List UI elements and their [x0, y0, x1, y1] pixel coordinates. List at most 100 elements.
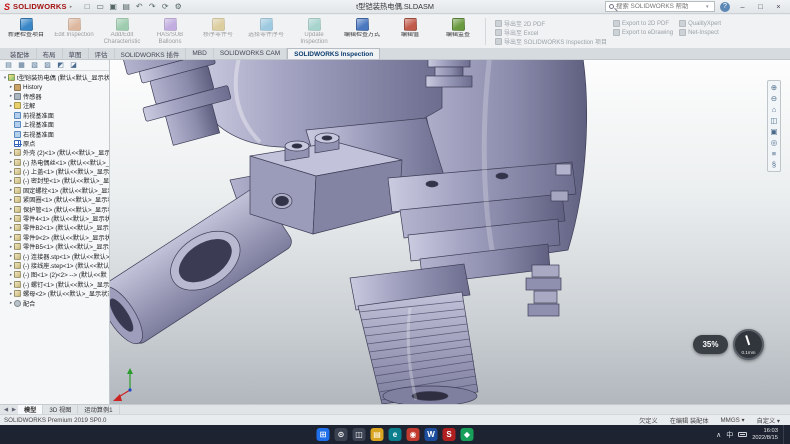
3d-model[interactable] [110, 60, 790, 404]
explorer-button[interactable]: ▤ [371, 428, 384, 441]
quick-tool-icon[interactable]: ▣ [107, 2, 119, 11]
quick-tool-icon[interactable]: ⚙ [172, 2, 184, 11]
help-button[interactable]: ? [720, 2, 730, 12]
hidden-icons-button[interactable]: ∧ [716, 431, 721, 439]
displaymanager-tab[interactable]: ◩ [55, 61, 66, 69]
tree-item[interactable]: ▸配合 [0, 298, 109, 307]
tree-item[interactable]: ▸(-) 图<1> (2)<2> --> (默认<<默 [0, 270, 109, 279]
close-button[interactable]: × [771, 2, 786, 11]
logo-caret-icon[interactable]: ▸ [70, 4, 73, 10]
display-style-icon[interactable]: ◎ [768, 137, 780, 148]
taskbar-clock[interactable]: 16:03 2022/8/15 [752, 428, 778, 441]
solidworks-button[interactable]: S [443, 428, 456, 441]
quick-tool-icon[interactable]: □ [81, 2, 93, 11]
tree-item[interactable]: 上视基准面 [0, 120, 109, 129]
configurationmanager-tab[interactable]: ▧ [29, 61, 40, 69]
edit-value-button[interactable]: 编辑值 [386, 16, 434, 47]
tree-item[interactable]: ▾t型铠装热电偶 (默认<默认_显示状态-1>) [0, 73, 109, 82]
tree-item[interactable]: ▸传感器 [0, 92, 109, 101]
gauge-needle-icon [745, 335, 750, 345]
search-input[interactable] [616, 3, 704, 10]
commandmanager-tab[interactable]: 草图 [63, 48, 89, 59]
commandmanager-tab[interactable]: SOLIDWORKS CAM [214, 48, 287, 59]
section-view-icon[interactable]: ◫ [768, 115, 780, 126]
zoom-in-icon[interactable]: ⊕ [768, 82, 780, 93]
taskview-button[interactable]: ◫ [353, 428, 366, 441]
document-tab[interactable]: 模型 [18, 405, 43, 415]
3d-viewport[interactable]: ⊕⊖⌂◫▣◎≡§ 35% 0.1mm [110, 60, 790, 404]
tree-item[interactable]: ▸固定螺栓<1> (默认<<默认>_显示状 [0, 186, 109, 195]
word-button[interactable]: W [425, 428, 438, 441]
quick-tool-icon[interactable]: ⟳ [159, 2, 171, 11]
minimize-button[interactable]: – [735, 2, 750, 11]
maximize-button[interactable]: □ [753, 2, 768, 11]
show-desktop-button[interactable] [783, 425, 785, 444]
tree-item[interactable]: ▸零件4<1> (默认<<默认>_显示状 [0, 214, 109, 223]
view-orientation-icon[interactable]: ▣ [768, 126, 780, 137]
commandmanager-tab[interactable]: MBD [186, 48, 213, 59]
status-item[interactable]: 自定义 ▾ [757, 416, 780, 425]
help-search-box[interactable]: ▾ [605, 1, 715, 12]
edit-value-icon [404, 18, 417, 31]
document-tab[interactable]: 运动算例1 [78, 405, 119, 415]
doc-tab-scroll-icon[interactable]: ◀ [2, 407, 10, 413]
search-caret-icon[interactable]: ▾ [706, 4, 709, 10]
document-tab[interactable]: 3D 视图 [43, 405, 78, 415]
tree-item[interactable]: ▸(-) 螺钉<1> (默认<<默认>_显示 [0, 280, 109, 289]
tree-item[interactable]: ▸零件9<2> (默认<<默认>_显示状 [0, 233, 109, 242]
tree-item[interactable]: ▸(-) 热电偶丝<1> (默认<<默认>_显 [0, 158, 109, 167]
featuremanager-tree-tab[interactable]: ▤ [3, 61, 14, 69]
tree-item[interactable]: ▸紧固圈<1> (默认<<默认>_显示状态 [0, 195, 109, 204]
status-item[interactable]: MMGS ▾ [721, 417, 745, 424]
propertymanager-tab[interactable]: ▦ [16, 61, 27, 69]
tree-item[interactable]: 原点 [0, 139, 109, 148]
dimxpertmanager-tab[interactable]: ▨ [42, 61, 53, 69]
commandmanager-tab[interactable]: 装配体 [4, 48, 37, 59]
search-button[interactable]: ⊙ [335, 428, 348, 441]
tree-item[interactable]: ▸外壳 (2)<1> (默认<<默认>_显示状 [0, 148, 109, 157]
tree-item[interactable]: ▸零件B5<1> (默认<<默认>_显示 [0, 242, 109, 251]
hide-show-items-icon[interactable]: ≡ [768, 148, 780, 159]
zoom-fit-icon[interactable]: ⌂ [768, 104, 780, 115]
edge-button[interactable]: e [389, 428, 402, 441]
edit-audit-button[interactable]: 编辑监查 [434, 16, 482, 47]
tree-item-label: (-) 螺钉<1> (默认<<默认>_显示 [23, 280, 109, 289]
renumber-balloons-icon [212, 18, 225, 31]
quick-tool-icon[interactable]: ↷ [146, 2, 158, 11]
start-button[interactable]: ⊞ [317, 428, 330, 441]
new-inspection-button[interactable]: 新建检查项目 [2, 16, 50, 47]
edit-method-button[interactable]: 编辑检查方式 [338, 16, 386, 47]
tree-item[interactable]: 前视基准面 [0, 111, 109, 120]
tree-item[interactable]: ▸注解 [0, 101, 109, 110]
tree-item[interactable]: 右视基准面 [0, 129, 109, 138]
view-settings-icon[interactable]: § [768, 159, 780, 170]
quick-tool-icon[interactable]: ↶ [133, 2, 145, 11]
system-tray: ∧ 中 16:03 2022/8/15 [716, 425, 790, 444]
tree-item[interactable]: ▸零件B2<1> (默认<<默认>_显示 [0, 223, 109, 232]
status-item[interactable]: 欠定义 [639, 416, 658, 425]
update-inspection-button: Update Inspection [290, 16, 338, 47]
commandmanager-tab[interactable]: SOLIDWORKS Inspection [287, 48, 380, 59]
tree-item[interactable]: ▸螺母<2> (默认<<默认>_显示状态 [0, 289, 109, 298]
tree-item[interactable]: ▸(-) 上盖<1> (默认<<默认>_显示状 [0, 167, 109, 176]
browser-button[interactable]: ◉ [407, 428, 420, 441]
ime-indicator[interactable]: 中 [726, 430, 733, 440]
quick-tool-icon[interactable]: ▤ [120, 2, 132, 11]
commandmanager-tab[interactable]: 布局 [37, 48, 63, 59]
tree-item[interactable]: ▸(-) 连接器.stp<1> (默认<<默认>_ [0, 251, 109, 260]
battery-icon[interactable] [738, 432, 747, 437]
tree-item-label: 右视基准面 [23, 130, 54, 139]
doc-tab-scroll-icon[interactable]: ▶ [10, 407, 18, 413]
cam-tree-tab[interactable]: ◪ [68, 61, 79, 69]
zoom-out-icon[interactable]: ⊖ [768, 93, 780, 104]
tree-item[interactable]: ▸保护管<1> (默认<<默认>_显示状 [0, 204, 109, 213]
commandmanager-tab[interactable]: SOLIDWORKS 插件 [115, 48, 187, 59]
new-inspection-icon [20, 18, 33, 31]
tree-item[interactable]: ▸(-) 密封垫<1> (默认<<默认>_显示 [0, 176, 109, 185]
chat-button[interactable]: ◆ [461, 428, 474, 441]
commandmanager-tab[interactable]: 评估 [89, 48, 115, 59]
status-item[interactable]: 在编辑 装配体 [670, 416, 709, 425]
tree-item[interactable]: ▸(-) 接线座.step<1> (默认<<默认> [0, 261, 109, 270]
quick-tool-icon[interactable]: ▭ [94, 2, 106, 11]
tree-item[interactable]: ▸History [0, 82, 109, 91]
